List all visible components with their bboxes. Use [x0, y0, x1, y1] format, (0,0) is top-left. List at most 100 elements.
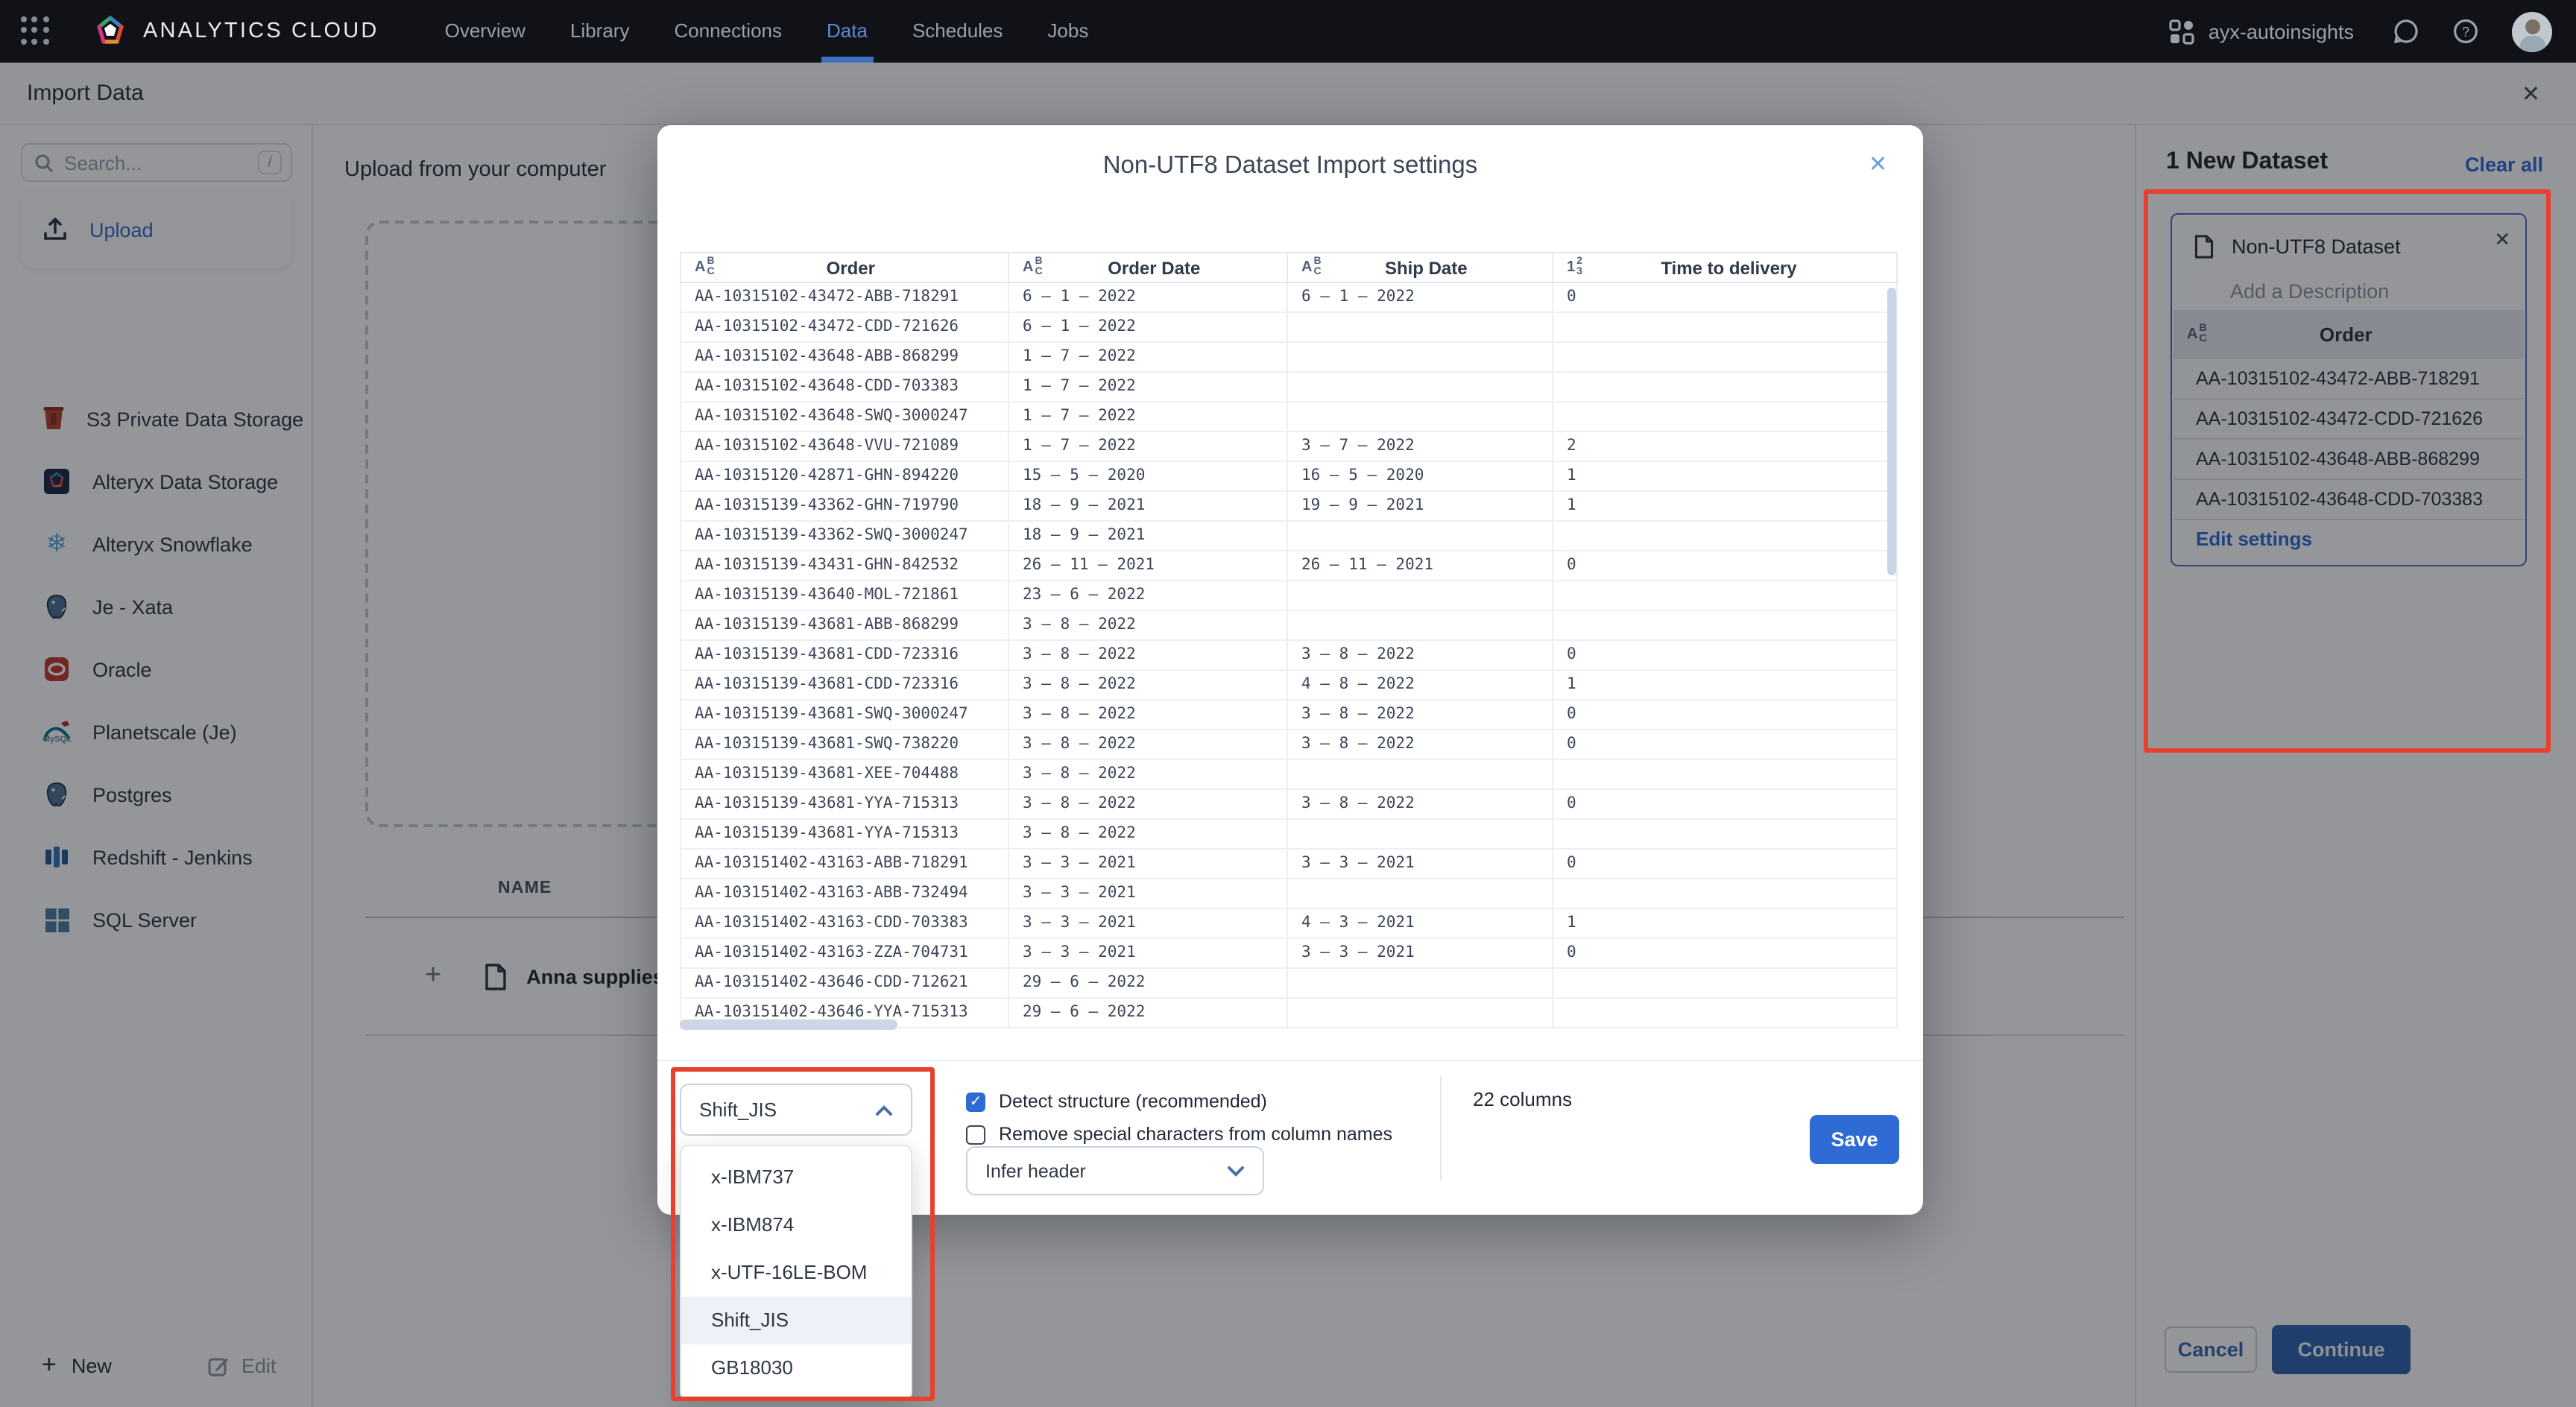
header-mode-select[interactable]: Infer header	[966, 1146, 1264, 1195]
cell-ship-date: 16 – 5 – 2020	[1288, 462, 1553, 490]
annotation-box-dataset-card	[2144, 189, 2551, 753]
cell-time-to-delivery	[1553, 402, 1898, 431]
cell-ship-date: 3 – 8 – 2022	[1288, 701, 1553, 729]
alteryx-logo-icon	[97, 16, 124, 44]
cell-order-date: 29 – 6 – 2022	[1009, 969, 1288, 997]
workspace-name[interactable]: ayx-autoinsights	[2209, 20, 2354, 42]
cell-time-to-delivery	[1553, 373, 1898, 401]
cell-time-to-delivery: 1	[1553, 492, 1898, 520]
cell-ship-date: 6 – 1 – 2022	[1288, 283, 1553, 312]
workspace-apps-icon[interactable]	[2170, 19, 2195, 44]
cell-order-date: 18 – 9 – 2021	[1009, 492, 1288, 520]
nav-tab-library[interactable]: Library	[570, 0, 630, 63]
help-icon[interactable]: ?	[2452, 18, 2479, 45]
nav-tab-data[interactable]: Data	[820, 0, 875, 63]
cell-time-to-delivery: 0	[1553, 641, 1898, 669]
table-row: AA-10315139-43640-MOL-721861 23 – 6 – 20…	[680, 581, 1898, 611]
cell-time-to-delivery	[1553, 820, 1898, 848]
cell-order-date: 3 – 3 – 2021	[1009, 909, 1288, 938]
cell-order-date: 3 – 3 – 2021	[1009, 879, 1288, 908]
save-button[interactable]: Save	[1810, 1115, 1899, 1164]
table-row: AA-10315139-43362-SWQ-3000247 18 – 9 – 2…	[680, 522, 1898, 551]
column-header-time-to-delivery[interactable]: 123 Time to delivery	[1553, 253, 1898, 282]
cell-ship-date: 26 – 11 – 2021	[1288, 551, 1553, 580]
cell-order-date: 26 – 11 – 2021	[1009, 551, 1288, 580]
cell-ship-date	[1288, 611, 1553, 639]
modal-title: Non-UTF8 Dataset Import settings	[1102, 152, 1478, 179]
annotation-box-encoding-dropdown	[671, 1067, 935, 1401]
cell-order: AA-10315102-43648-VVU-721089	[680, 432, 1009, 461]
cell-ship-date: 3 – 8 – 2022	[1288, 790, 1553, 818]
preview-table: ABC Order ABC Order Date ABC Ship Date 1…	[680, 252, 1898, 1028]
cell-ship-date	[1288, 373, 1553, 401]
modal-close-icon[interactable]: ✕	[1869, 151, 1887, 177]
cell-ship-date	[1288, 402, 1553, 431]
header-mode-value: Infer header	[985, 1160, 1086, 1181]
cell-order: AA-10315102-43472-ABB-718291	[680, 283, 1009, 312]
cell-time-to-delivery: 2	[1553, 432, 1898, 461]
app-grid-icon[interactable]	[21, 16, 51, 46]
cell-time-to-delivery	[1553, 522, 1898, 550]
cell-order-date: 3 – 3 – 2021	[1009, 850, 1288, 878]
table-row: AA-10315139-43681-CDD-723316 3 – 8 – 202…	[680, 671, 1898, 701]
divider	[1440, 1076, 1442, 1180]
cell-order-date: 18 – 9 – 2021	[1009, 522, 1288, 550]
cell-ship-date	[1288, 313, 1553, 341]
column-header-order-date[interactable]: ABC Order Date	[1009, 253, 1288, 282]
cell-ship-date	[1288, 999, 1553, 1027]
number-type-icon: 123	[1567, 256, 1582, 276]
cell-time-to-delivery: 1	[1553, 462, 1898, 490]
cell-time-to-delivery: 0	[1553, 939, 1898, 967]
cell-order: AA-103151402-43163-ABB-732494	[680, 879, 1009, 908]
columns-count: 22 columns	[1473, 1088, 1572, 1110]
table-row: AA-103151402-43163-ABB-718291 3 – 3 – 20…	[680, 850, 1898, 879]
text-type-icon: ABC	[1023, 256, 1043, 276]
detect-structure-label: Detect structure (recommended)	[999, 1091, 1267, 1112]
nav-tab-overview[interactable]: Overview	[445, 0, 525, 63]
table-row: AA-103151402-43163-ZZA-704731 3 – 3 – 20…	[680, 939, 1898, 969]
cell-order: AA-103151402-43646-CDD-712621	[680, 969, 1009, 997]
vertical-scrollbar[interactable]	[1887, 288, 1896, 575]
top-nav: ANALYTICS CLOUD Overview Library Connect…	[0, 0, 2576, 63]
user-avatar[interactable]	[2512, 11, 2552, 51]
cell-order-date: 6 – 1 – 2022	[1009, 313, 1288, 341]
cell-order-date: 3 – 8 – 2022	[1009, 760, 1288, 788]
cell-order-date: 3 – 8 – 2022	[1009, 701, 1288, 729]
column-header-order[interactable]: ABC Order	[680, 253, 1009, 282]
cell-time-to-delivery	[1553, 581, 1898, 610]
cell-time-to-delivery	[1553, 313, 1898, 341]
table-row: AA-10315102-43648-ABB-868299 1 – 7 – 202…	[680, 343, 1898, 373]
remove-special-checkbox[interactable]	[966, 1125, 985, 1144]
cell-order: AA-10315139-43681-ABB-868299	[680, 611, 1009, 639]
cell-order-date: 1 – 7 – 2022	[1009, 402, 1288, 431]
cell-order: AA-10315139-43681-SWQ-3000247	[680, 701, 1009, 729]
cell-order: AA-10315139-43431-GHN-842532	[680, 551, 1009, 580]
svg-text:?: ?	[2462, 25, 2469, 39]
cell-order-date: 29 – 6 – 2022	[1009, 999, 1288, 1027]
detect-structure-checkbox[interactable]: ✓	[966, 1092, 985, 1111]
chat-icon[interactable]	[2393, 18, 2419, 45]
cell-time-to-delivery: 0	[1553, 701, 1898, 729]
cell-time-to-delivery: 0	[1553, 551, 1898, 580]
cell-order-date: 1 – 7 – 2022	[1009, 373, 1288, 401]
nav-tab-connections[interactable]: Connections	[674, 0, 782, 63]
table-row: AA-103151402-43163-ABB-732494 3 – 3 – 20…	[680, 879, 1898, 909]
nav-tab-jobs[interactable]: Jobs	[1047, 0, 1088, 63]
column-header-ship-date[interactable]: ABC Ship Date	[1288, 253, 1553, 282]
table-row: AA-10315139-43681-YYA-715313 3 – 8 – 202…	[680, 820, 1898, 850]
cell-ship-date: 3 – 3 – 2021	[1288, 850, 1553, 878]
cell-order-date: 3 – 8 – 2022	[1009, 611, 1288, 639]
nav-tab-schedules[interactable]: Schedules	[912, 0, 1003, 63]
table-row: AA-10315102-43472-CDD-721626 6 – 1 – 202…	[680, 313, 1898, 343]
cell-ship-date	[1288, 760, 1553, 788]
cell-time-to-delivery: 0	[1553, 790, 1898, 818]
table-row: AA-10315102-43648-VVU-721089 1 – 7 – 202…	[680, 432, 1898, 462]
table-row: AA-10315139-43362-GHN-719790 18 – 9 – 20…	[680, 492, 1898, 522]
cell-order: AA-10315139-43681-XEE-704488	[680, 760, 1009, 788]
cell-time-to-delivery	[1553, 760, 1898, 788]
cell-order-date: 3 – 8 – 2022	[1009, 730, 1288, 759]
cell-time-to-delivery: 0	[1553, 850, 1898, 878]
table-row: AA-103151402-43646-CDD-712621 29 – 6 – 2…	[680, 969, 1898, 999]
horizontal-scrollbar[interactable]	[680, 1019, 897, 1030]
cell-ship-date: 4 – 3 – 2021	[1288, 909, 1553, 938]
